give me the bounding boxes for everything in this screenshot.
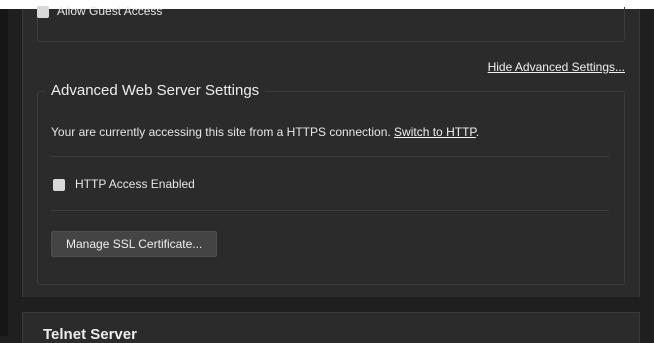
switch-to-http-link[interactable]: Switch to HTTP xyxy=(394,125,476,139)
left-rail xyxy=(0,9,8,336)
advanced-web-server-title: Advanced Web Server Settings xyxy=(45,82,266,99)
hide-advanced-settings-link[interactable]: Hide Advanced Settings... xyxy=(488,60,625,74)
advanced-web-server-fieldset: Advanced Web Server Settings Your are cu… xyxy=(37,82,625,285)
guest-access-row[interactable]: Allow Guest Access xyxy=(37,4,162,18)
guest-access-label: Allow Guest Access xyxy=(57,4,163,18)
http-access-row[interactable]: HTTP Access Enabled xyxy=(53,177,195,191)
connection-message-period: . xyxy=(475,125,480,139)
web-server-panel: Allow Guest Access Hide Advanced Setting… xyxy=(22,4,640,297)
manage-ssl-certificate-button[interactable]: Manage SSL Certificate... xyxy=(51,231,218,257)
http-access-checkbox[interactable] xyxy=(53,178,65,191)
http-access-label: HTTP Access Enabled xyxy=(75,177,195,191)
divider xyxy=(51,210,609,211)
connection-message-text: Your are currently accessing this site f… xyxy=(51,125,391,139)
connection-message: Your are currently accessing this site f… xyxy=(51,125,479,139)
divider xyxy=(51,156,609,157)
telnet-server-panel: Telnet Server xyxy=(22,312,640,343)
telnet-server-title: Telnet Server xyxy=(43,326,137,343)
guest-access-checkbox[interactable] xyxy=(37,5,49,18)
